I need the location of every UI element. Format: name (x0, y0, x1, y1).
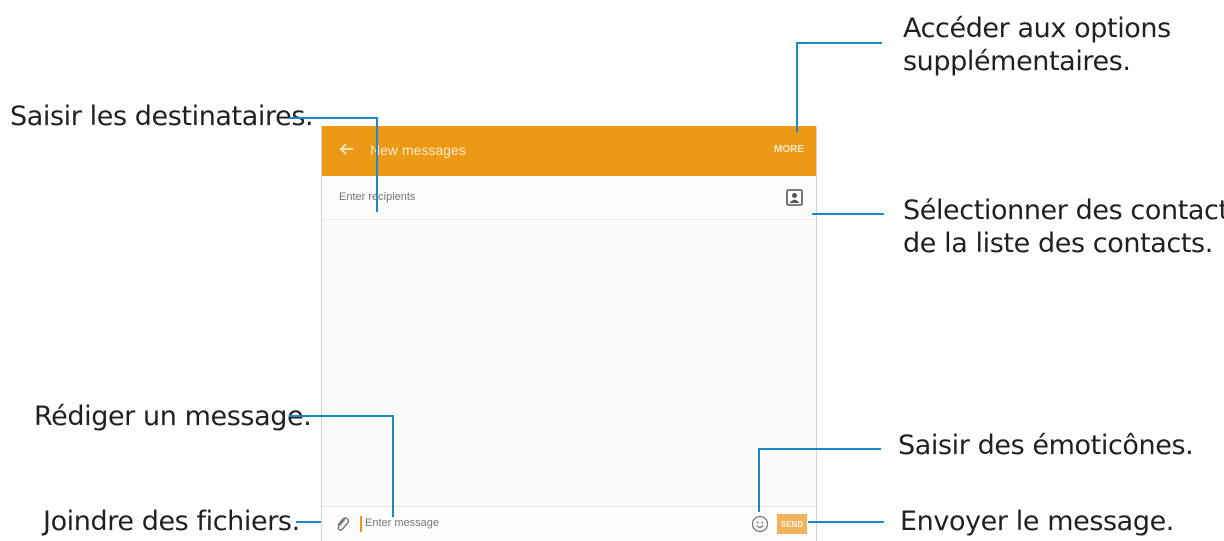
back-arrow-icon[interactable] (339, 141, 355, 157)
callout-more-options: Accéder aux options supplémentaires. (903, 12, 1171, 78)
leader-recipients-h (289, 117, 378, 119)
leader-compose-v (392, 415, 394, 517)
callout-emoticons: Saisir des émoticônes. (898, 430, 1194, 461)
callout-recipients: Saisir les destinataires. (10, 101, 314, 132)
callout-more-options-line2: supplémentaires. (903, 46, 1131, 77)
send-button[interactable]: SEND (777, 514, 807, 534)
leader-more-v (796, 42, 798, 132)
callout-compose: Rédiger un message. (34, 401, 312, 432)
leader-send-h (808, 521, 884, 523)
callout-send: Envoyer le message. (900, 506, 1174, 537)
more-button[interactable]: MORE (774, 144, 804, 155)
compose-bar: SEND (322, 506, 816, 541)
text-cursor (360, 516, 362, 532)
contact-icon[interactable] (786, 189, 803, 206)
leader-emoticons-h (758, 448, 881, 450)
callout-contacts-line2: de la liste des contacts. (903, 228, 1213, 259)
leader-emoticons-v (758, 448, 760, 512)
recipients-row (322, 176, 816, 220)
attach-icon[interactable] (334, 515, 350, 533)
leader-attach-h (296, 521, 321, 523)
leader-more-h (796, 42, 882, 44)
app-bar-title: New messages (370, 142, 466, 158)
callout-attach: Joindre des fichiers. (43, 506, 300, 537)
callout-contacts-line1: Sélectionner des contacts (903, 195, 1224, 226)
leader-contacts-h (812, 213, 884, 215)
callout-contacts: Sélectionner des contacts de la liste de… (903, 194, 1224, 260)
emoji-icon[interactable] (751, 515, 769, 533)
leader-recipients-v (376, 117, 378, 212)
leader-compose-h (289, 415, 394, 417)
message-input[interactable] (365, 517, 735, 529)
recipients-input[interactable] (339, 191, 719, 203)
app-bar: New messages MORE (322, 126, 816, 176)
message-compose-screen: New messages MORE SEND (321, 126, 817, 541)
callout-more-options-line1: Accéder aux options (903, 13, 1171, 44)
